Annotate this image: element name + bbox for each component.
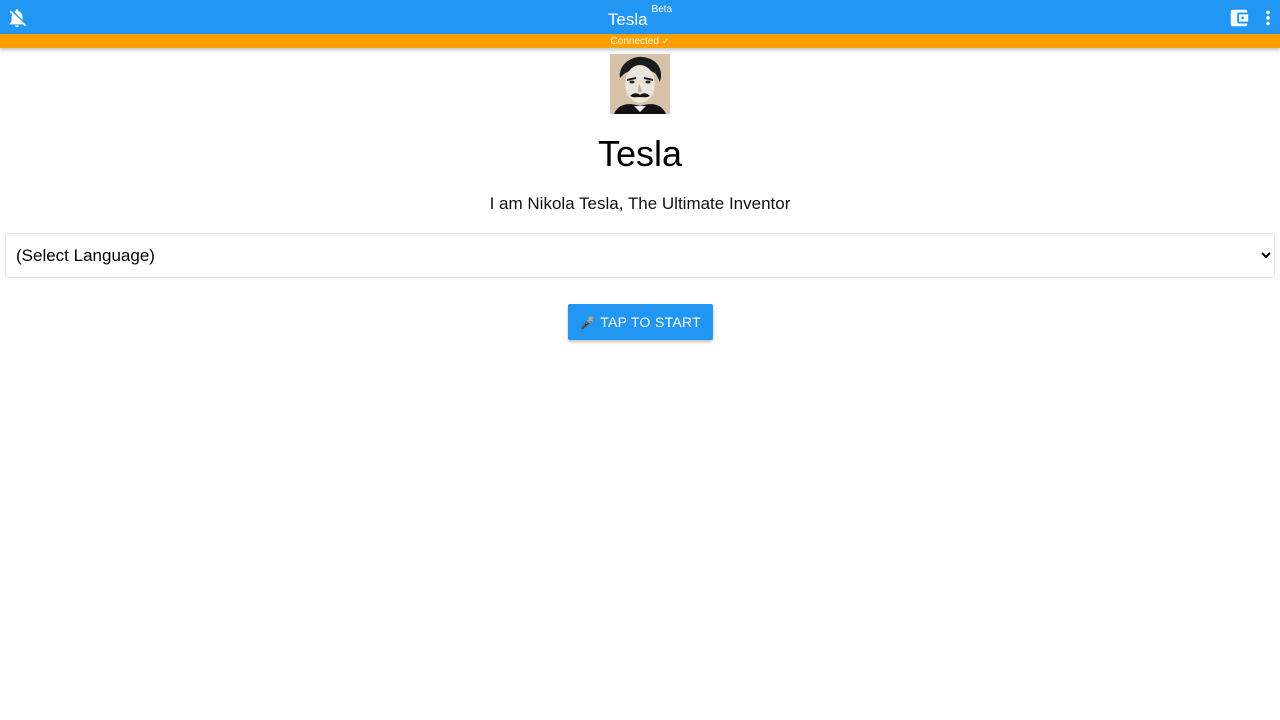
app-title-wrap: TeslaBeta — [0, 0, 1280, 34]
more-vert-icon[interactable] — [1257, 7, 1279, 29]
app-bar: TeslaBeta — [0, 0, 1280, 34]
microphone-icon: 🎤 — [579, 316, 596, 330]
beta-badge: Beta — [651, 4, 673, 16]
connection-status-bar: Connected ✓ — [0, 34, 1280, 48]
tap-to-start-button[interactable]: 🎤 TAP TO START — [568, 304, 713, 340]
bot-name: Tesla — [597, 133, 683, 174]
app-title: Tesla — [607, 10, 648, 29]
bot-tagline: I am Nikola Tesla, The Ultimate Inventor — [489, 194, 791, 213]
connection-status-text: Connected — [610, 36, 659, 47]
tap-to-start-label: TAP TO START — [600, 314, 702, 330]
check-icon: ✓ — [661, 36, 670, 46]
avatar — [610, 54, 670, 114]
language-select[interactable]: (Select Language) — [5, 233, 1275, 278]
wallet-icon[interactable] — [1228, 7, 1250, 29]
